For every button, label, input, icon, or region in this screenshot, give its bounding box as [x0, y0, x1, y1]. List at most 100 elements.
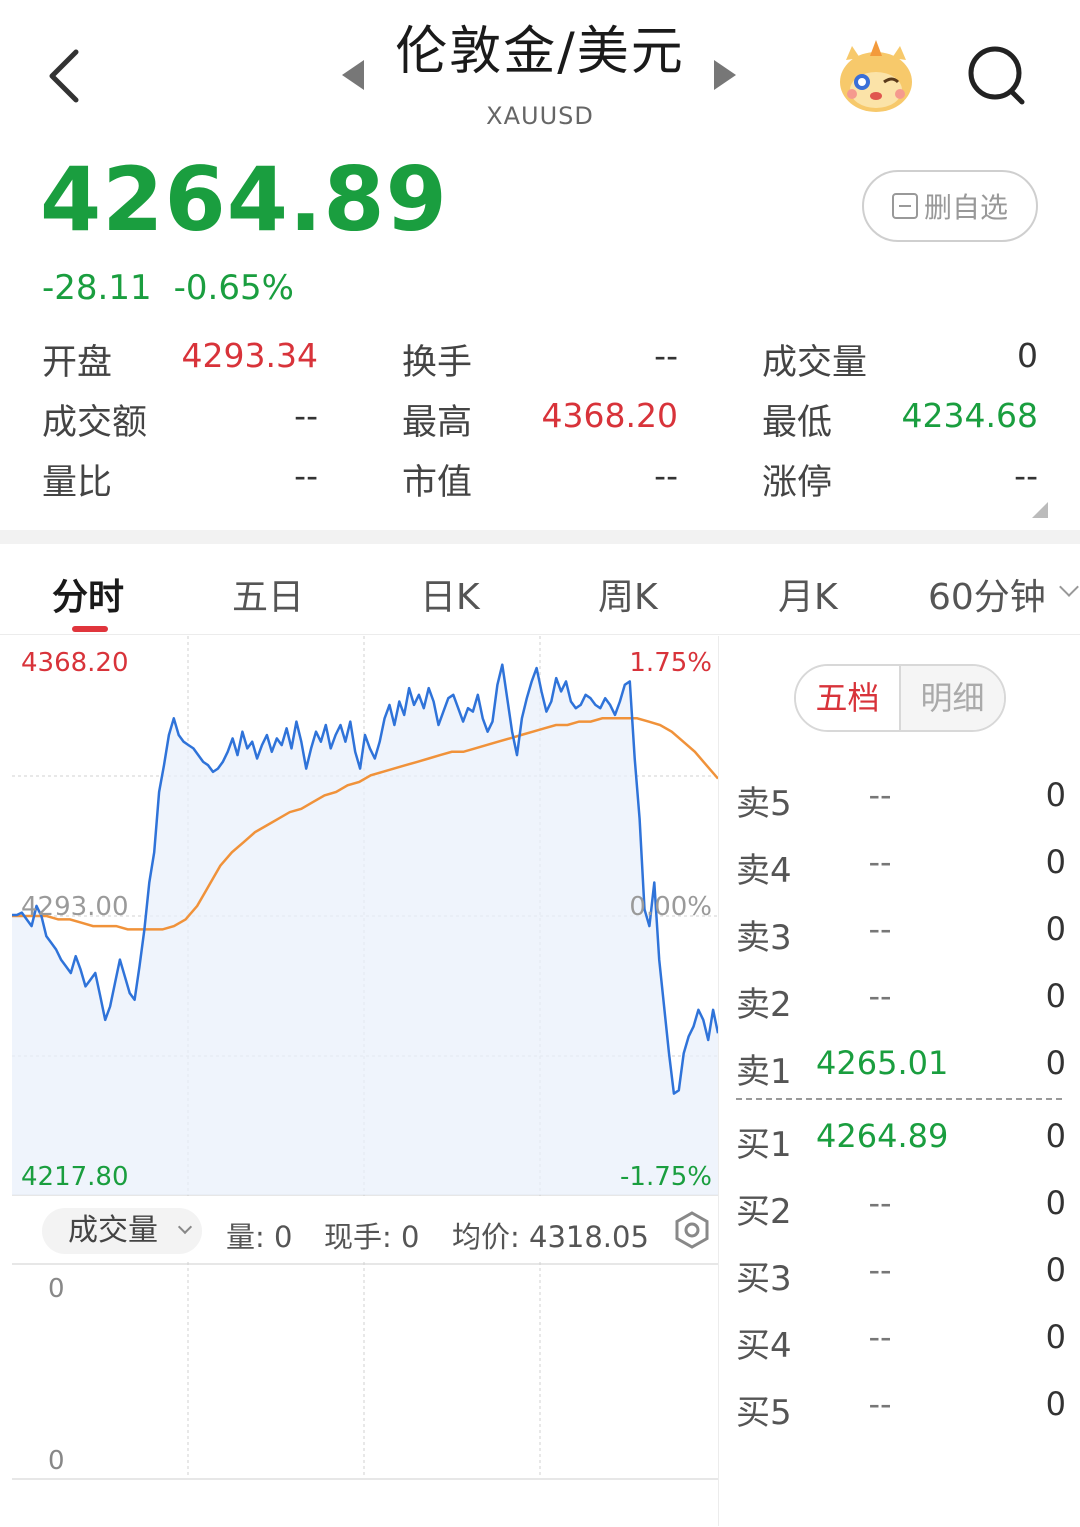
- ask-label: 卖4: [736, 851, 792, 891]
- ask-price: --: [868, 977, 892, 1015]
- low-label: 最低: [762, 403, 833, 443]
- bid-ask-separator: [736, 1098, 1062, 1100]
- ask-qty: 0: [1045, 776, 1066, 814]
- next-arrow-icon[interactable]: [714, 60, 736, 90]
- ask-price: --: [868, 843, 892, 881]
- ask-row-3: 卖3 -- 0: [736, 902, 1066, 962]
- expand-stats-icon[interactable]: [1032, 502, 1048, 518]
- bid-row-1: 买1 4264.89 0: [736, 1109, 1066, 1169]
- stats-row-3: 量比 -- 市值 -- 涨停 --: [42, 448, 1038, 508]
- section-divider: [0, 530, 1080, 544]
- ask-label: 卖1: [736, 1052, 792, 1092]
- volume-ratio-label: 量比: [42, 463, 113, 503]
- tab-five-day[interactable]: 五日: [232, 568, 304, 620]
- remove-watchlist-button[interactable]: 删自选: [862, 170, 1038, 242]
- indicator-selector-label: 成交量: [68, 1213, 158, 1248]
- bid-qty: 0: [1045, 1251, 1066, 1289]
- panel-divider: [718, 636, 719, 1526]
- chevron-down-icon: [177, 1219, 193, 1235]
- intraday-chart[interactable]: 4368.20 4293.00 4217.80 1.75% 0.00% -1.7…: [12, 636, 720, 1196]
- open-value: 4293.34: [181, 336, 318, 375]
- y-axis-mid-pct: 0.00%: [629, 892, 712, 922]
- bid-label: 买4: [736, 1326, 792, 1366]
- tab-monthly-k[interactable]: 月K: [778, 568, 838, 620]
- market-cap-value: --: [654, 456, 678, 495]
- stats-grid: 开盘 4293.34 换手 -- 成交量 0 成交额 -- 最高 4368.20…: [42, 328, 1038, 508]
- bid-row-3: 买3 -- 0: [736, 1243, 1066, 1303]
- open-label: 开盘: [42, 343, 113, 383]
- bid-price: --: [868, 1251, 892, 1289]
- ask-row-2: 卖2 -- 0: [736, 969, 1066, 1029]
- volume-chart-svg: [12, 1262, 718, 1480]
- volume-ratio-value: --: [294, 456, 318, 495]
- bid-label: 买1: [736, 1125, 792, 1165]
- tab-intraday[interactable]: 分时: [52, 568, 124, 620]
- low-value: 4234.68: [901, 396, 1038, 435]
- limit-up-label: 涨停: [762, 463, 833, 503]
- ask-row-4: 卖4 -- 0: [736, 835, 1066, 895]
- ask-row-5: 卖5 -- 0: [736, 768, 1066, 828]
- change-percent: -0.65%: [173, 268, 294, 308]
- tab-five-levels[interactable]: 五档: [796, 666, 899, 730]
- bid-qty: 0: [1045, 1385, 1066, 1423]
- bid-qty: 0: [1045, 1184, 1066, 1222]
- amount-value: --: [294, 396, 318, 435]
- volume-readout: 量: 0: [226, 1220, 293, 1254]
- ask-price: --: [868, 910, 892, 948]
- turnover-label: 换手: [402, 343, 473, 383]
- bid-price: --: [868, 1184, 892, 1222]
- volume-label: 成交量: [762, 343, 868, 383]
- tab-daily-k[interactable]: 日K: [420, 568, 480, 620]
- ask-qty: 0: [1045, 977, 1066, 1015]
- indicator-selector[interactable]: 成交量: [42, 1208, 202, 1254]
- tab-trade-details[interactable]: 明细: [899, 666, 1004, 730]
- y-axis-bottom-pct: -1.75%: [620, 1162, 712, 1192]
- bid-price: --: [868, 1385, 892, 1423]
- market-cap-label: 市值: [402, 463, 473, 503]
- chart-period-tabs: 分时 五日 日K 周K 月K 60分钟: [0, 560, 1080, 632]
- ask-label: 卖3: [736, 918, 792, 958]
- bid-label: 买3: [736, 1259, 792, 1299]
- header: 伦敦金/美元 XAUUSD: [0, 0, 1080, 140]
- limit-up-value: --: [1014, 456, 1038, 495]
- page-title: 伦敦金/美元: [395, 22, 685, 82]
- tab-60min[interactable]: 60分钟: [928, 568, 1046, 620]
- bid-qty: 0: [1045, 1318, 1066, 1356]
- volume-axis-top: 0: [48, 1274, 65, 1304]
- ask-qty: 0: [1045, 1044, 1066, 1082]
- back-chevron-icon[interactable]: [36, 40, 96, 110]
- ask-price: --: [868, 776, 892, 814]
- tab-weekly-k[interactable]: 周K: [598, 568, 658, 620]
- active-tab-indicator: [72, 626, 108, 632]
- ask-label: 卖2: [736, 985, 792, 1025]
- title-block: 伦敦金/美元 XAUUSD: [340, 20, 740, 130]
- stats-row-2: 成交额 -- 最高 4368.20 最低 4234.68: [42, 388, 1038, 448]
- bid-price: --: [868, 1318, 892, 1356]
- volume-toolbar: 成交量 量: 0 现手: 0 均价: 4318.05: [12, 1196, 718, 1262]
- bid-label: 买5: [736, 1393, 792, 1433]
- settings-hexagon-icon[interactable]: [672, 1210, 712, 1250]
- search-icon[interactable]: [962, 40, 1032, 110]
- y-axis-top-pct: 1.75%: [629, 648, 712, 678]
- price-change: -28.11 -0.65%: [42, 268, 316, 308]
- y-axis-bottom-price: 4217.80: [21, 1162, 129, 1192]
- symbol-code: XAUUSD: [486, 102, 594, 130]
- ask-qty: 0: [1045, 843, 1066, 881]
- stats-row-1: 开盘 4293.34 换手 -- 成交量 0: [42, 328, 1038, 388]
- tabs-divider: [0, 634, 1080, 635]
- average-price-readout: 均价: 4318.05: [452, 1220, 649, 1254]
- high-label: 最高: [402, 403, 473, 443]
- remove-watchlist-label: 删自选: [923, 191, 1008, 224]
- ask-label: 卖5: [736, 784, 792, 824]
- last-price: 4264.89: [40, 148, 448, 251]
- mascot-avatar-icon[interactable]: [834, 38, 918, 114]
- turnover-value: --: [654, 336, 678, 375]
- bid-qty: 0: [1045, 1117, 1066, 1155]
- bid-label: 买2: [736, 1192, 792, 1232]
- current-hand-readout: 现手: 0: [324, 1220, 420, 1254]
- ask-price: 4265.01: [816, 1044, 949, 1082]
- volume-chart[interactable]: 0 0: [12, 1262, 718, 1482]
- bid-row-5: 买5 -- 0: [736, 1377, 1066, 1437]
- bid-row-4: 买4 -- 0: [736, 1310, 1066, 1370]
- minus-box-icon: [891, 193, 918, 219]
